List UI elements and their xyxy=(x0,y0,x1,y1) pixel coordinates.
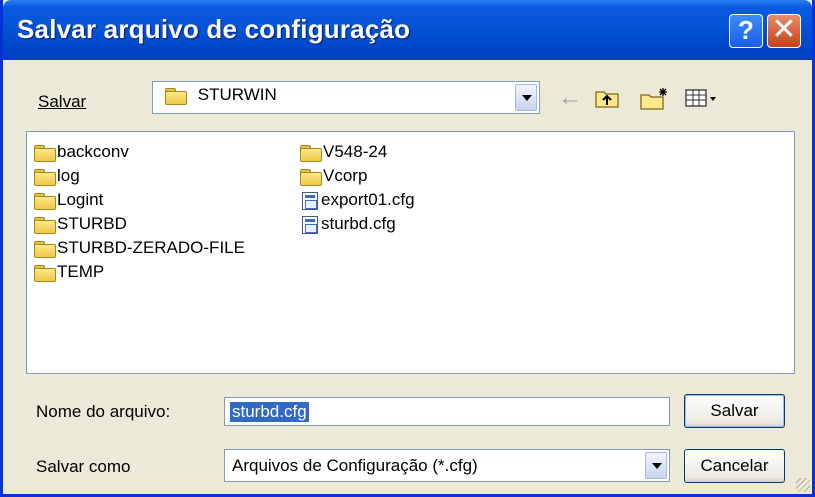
save-in-label: Salvar xyxy=(38,92,86,112)
config-file-icon xyxy=(302,215,318,234)
filename-input[interactable]: sturbd.cfg xyxy=(224,397,670,426)
filetype-label: Salvar como xyxy=(36,457,131,476)
filename-value: sturbd.cfg xyxy=(230,402,309,422)
title-bar[interactable]: Salvar arquivo de configuração ? ✕ xyxy=(3,0,812,60)
save-in-value: STURWIN xyxy=(165,85,277,106)
back-arrow-icon[interactable]: ← xyxy=(558,86,582,110)
list-item[interactable]: STURBD-ZERADO-FILE xyxy=(34,236,245,260)
list-item-label: sturbd.cfg xyxy=(321,214,396,233)
save-in-dropdown[interactable]: STURWIN xyxy=(152,81,540,114)
folder-icon xyxy=(34,217,56,235)
list-item-label: STURBD xyxy=(57,214,127,233)
filetype-dropdown[interactable]: Arquivos de Configuração (*.cfg) xyxy=(224,449,670,482)
list-item-label: export01.cfg xyxy=(321,190,415,209)
close-button[interactable]: ✕ xyxy=(767,14,801,48)
folder-icon xyxy=(34,265,56,283)
folder-icon xyxy=(34,169,56,187)
resize-grip[interactable] xyxy=(796,478,810,492)
list-item-label: V548-24 xyxy=(323,142,388,161)
list-item-label: Logint xyxy=(57,190,104,209)
folder-icon xyxy=(165,88,187,106)
save-button[interactable]: Salvar xyxy=(684,394,785,428)
list-item-label: backconv xyxy=(57,142,129,161)
list-item[interactable]: Logint xyxy=(34,188,103,212)
folder-icon xyxy=(34,145,56,163)
folder-icon xyxy=(300,169,322,187)
list-item[interactable]: TEMP xyxy=(34,260,104,284)
chevron-down-icon[interactable] xyxy=(515,84,537,111)
up-folder-icon[interactable] xyxy=(594,87,620,113)
save-in-folder-name: STURWIN xyxy=(197,85,277,104)
folder-icon xyxy=(300,145,322,163)
list-item[interactable]: log xyxy=(34,164,80,188)
config-file-icon xyxy=(302,191,318,210)
file-list[interactable]: backconv log Logint STURBD STURBD-ZERADO… xyxy=(26,131,795,374)
help-button[interactable]: ? xyxy=(729,14,763,48)
list-item[interactable]: V548-24 xyxy=(300,140,387,164)
list-item[interactable]: backconv xyxy=(34,140,129,164)
folder-icon xyxy=(34,241,56,259)
filetype-value: Arquivos de Configuração (*.cfg) xyxy=(232,456,478,475)
list-item[interactable]: sturbd.cfg xyxy=(302,212,396,236)
cancel-button[interactable]: Cancelar xyxy=(684,449,785,483)
dialog-title: Salvar arquivo de configuração xyxy=(17,14,411,44)
dialog-body: Salvar STURWIN ← backconv log Logint STU… xyxy=(3,60,812,494)
new-folder-icon[interactable] xyxy=(639,87,669,115)
filename-label: Nome do arquivo: xyxy=(36,402,171,421)
view-menu-icon[interactable] xyxy=(684,87,718,113)
save-in-label-text: Salvar xyxy=(38,92,87,111)
list-item-label: TEMP xyxy=(57,262,105,281)
chevron-down-icon[interactable] xyxy=(645,452,667,479)
list-item[interactable]: STURBD xyxy=(34,212,127,236)
list-item-label: Vcorp xyxy=(323,166,368,185)
list-item-label: log xyxy=(57,166,80,185)
list-item[interactable]: export01.cfg xyxy=(302,188,415,212)
list-item-label: STURBD-ZERADO-FILE xyxy=(57,238,245,257)
folder-icon xyxy=(34,193,56,211)
save-config-dialog: Salvar arquivo de configuração ? ✕ Salva… xyxy=(0,0,815,497)
list-item[interactable]: Vcorp xyxy=(300,164,367,188)
